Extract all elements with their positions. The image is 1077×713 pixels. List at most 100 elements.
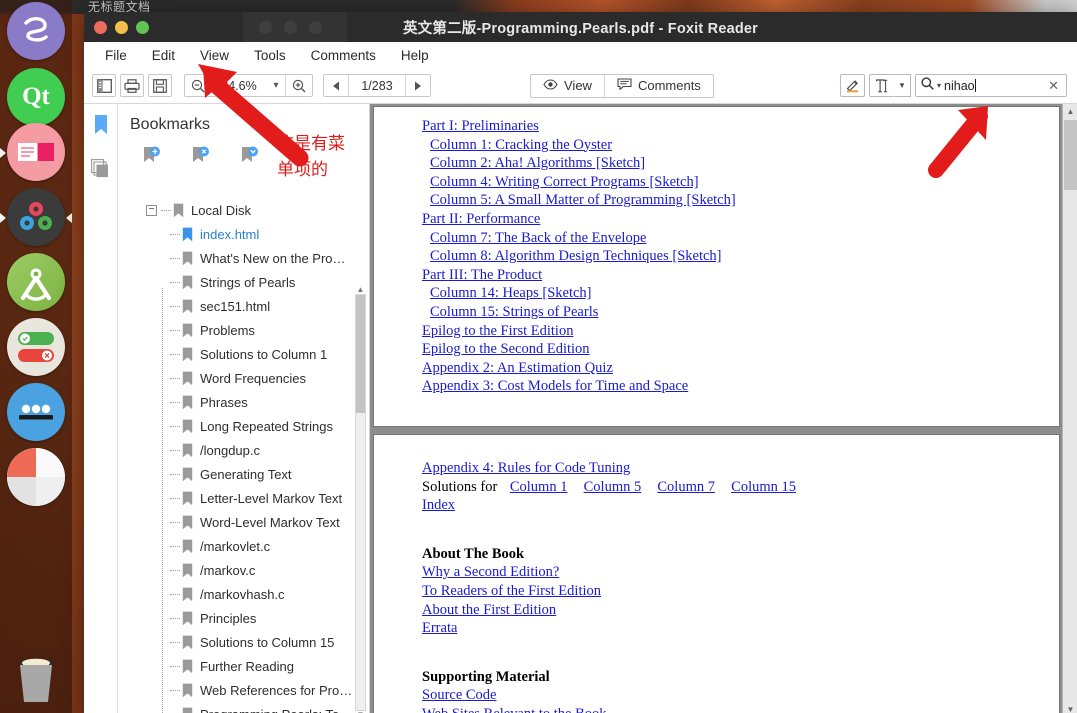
search-input[interactable]: ▾ nihao ✕ — [915, 74, 1067, 97]
previous-page-button[interactable] — [324, 75, 348, 96]
pdf-link-solutions-column-15[interactable]: Column 15 — [731, 479, 796, 495]
menu-tools[interactable]: Tools — [243, 45, 297, 66]
pdf-toc-link[interactable]: Part I: Preliminaries — [422, 117, 1011, 136]
tree-expander-icon[interactable]: − — [146, 204, 157, 216]
add-bookmark-button[interactable] — [142, 146, 161, 170]
scroll-down-arrow-icon[interactable]: ▼ — [1063, 702, 1077, 713]
pdf-supporting-link[interactable]: Web Sites Relevant to the Book — [422, 705, 1011, 713]
save-button[interactable] — [148, 74, 172, 97]
scroll-up-arrow-icon[interactable]: ▲ — [1063, 104, 1077, 119]
menu-view[interactable]: View — [189, 45, 240, 66]
bookmark-tree-item[interactable]: Principles — [118, 606, 369, 630]
pdf-about-link[interactable]: To Readers of the First Edition — [422, 582, 1011, 601]
bookmark-tree-item[interactable]: Web References for Pro… — [118, 678, 369, 702]
zoom-in-icon — [292, 79, 306, 92]
pdf-toc-link[interactable]: Column 14: Heaps [Sketch] — [422, 284, 1011, 303]
pdf-view-area[interactable]: Part I: Preliminaries Column 1: Cracking … — [370, 104, 1077, 713]
scroll-up-arrow-icon[interactable]: ▲ — [356, 283, 365, 295]
pdf-toc-link[interactable]: Column 15: Strings of Pearls — [422, 303, 1011, 322]
print-button[interactable] — [120, 74, 144, 97]
sidebar-panel-toggle-button[interactable] — [92, 74, 116, 97]
bookmark-tree-item[interactable]: /longdup.c — [118, 438, 369, 462]
bookmark-tree-item[interactable]: Letter-Level Markov Text — [118, 486, 369, 510]
caret-down-icon[interactable]: ▾ — [937, 81, 941, 90]
bookmark-tree-item[interactable]: Solutions to Column 1 — [118, 342, 369, 366]
bookmark-tree-item[interactable]: index.html — [118, 222, 369, 246]
pdf-about-link[interactable]: Why a Second Edition? — [422, 563, 1011, 582]
pdf-about-link[interactable]: About the First Edition — [422, 601, 1011, 620]
bookmark-tree-item[interactable]: sec151.html — [118, 294, 369, 318]
pdf-link-solutions-column-1[interactable]: Column 1 — [510, 479, 568, 495]
delete-bookmark-button[interactable] — [191, 146, 210, 170]
menu-file[interactable]: File — [94, 45, 138, 66]
pdf-toc-link[interactable]: Column 5: A Small Matter of Programming … — [422, 191, 1011, 210]
bookmarks-tree[interactable]: − Local Disk index.html What's New on the P… — [118, 192, 369, 713]
pdf-link-solutions-column-7[interactable]: Column 7 — [657, 479, 715, 495]
menu-edit[interactable]: Edit — [141, 45, 186, 66]
pdf-scrollbar[interactable]: ▲ ▼ — [1062, 104, 1077, 713]
pdf-toc-link[interactable]: Appendix 2: An Estimation Quiz — [422, 359, 1011, 378]
view-mode-button[interactable]: View — [531, 75, 604, 97]
bookmark-tree-item[interactable]: /markovhash.c — [118, 582, 369, 606]
pdf-toc-link[interactable]: Column 7: The Back of the Envelope — [422, 229, 1011, 248]
pdf-about-link[interactable]: Errata — [422, 619, 1011, 638]
dock-item-pink-app[interactable] — [7, 123, 65, 181]
pdf-toc-link[interactable]: Epilog to the First Edition — [422, 322, 1011, 341]
bookmark-tree-item[interactable]: − Local Disk — [118, 198, 369, 222]
bookmark-tree-item[interactable]: Word Frequencies — [118, 366, 369, 390]
chevron-down-icon[interactable]: ▾ — [267, 80, 285, 91]
pdf-toc-link[interactable]: Column 2: Aha! Algorithms [Sketch] — [422, 154, 1011, 173]
zoom-out-button[interactable] — [185, 75, 211, 96]
pdf-toc-link[interactable]: Column 1: Cracking the Oyster — [422, 136, 1011, 155]
sidebar-item-pages[interactable] — [90, 159, 111, 184]
dock-item-toggles[interactable] — [7, 318, 65, 376]
dock-item-gears[interactable] — [7, 188, 65, 246]
scroll-down-arrow-icon[interactable]: ▼ — [356, 708, 365, 713]
pdf-toc-link[interactable]: Appendix 3: Cost Models for Time and Spa… — [422, 377, 1011, 396]
next-page-button[interactable] — [406, 75, 430, 96]
dock-item-applications[interactable] — [7, 383, 65, 441]
pdf-toc-link[interactable]: Column 8: Algorithm Design Techniques [S… — [422, 247, 1011, 266]
menu-help[interactable]: Help — [390, 45, 440, 66]
pdf-link-index[interactable]: Index — [422, 496, 1011, 515]
comments-button[interactable]: Comments — [605, 75, 713, 97]
pdf-toc-link[interactable]: Epilog to the Second Edition — [422, 340, 1011, 359]
menu-comments[interactable]: Comments — [300, 45, 387, 66]
highlighter-tool-button[interactable] — [840, 74, 865, 97]
bookmark-tree-item[interactable]: /markov.c — [118, 558, 369, 582]
bookmark-tree-item[interactable]: Solutions to Column 15 — [118, 630, 369, 654]
pdf-toc-link[interactable]: Column 4: Writing Correct Programs [Sket… — [422, 173, 1011, 192]
pdf-scrollbar-thumb[interactable] — [1064, 120, 1077, 190]
bookmark-label: Programming Pearls: To… — [200, 707, 352, 713]
zoom-in-button[interactable] — [286, 75, 312, 96]
bookmark-tree-item[interactable]: Further Reading — [118, 654, 369, 678]
bookmark-options-button[interactable] — [240, 146, 259, 170]
pdf-link-appendix4[interactable]: Appendix 4: Rules for Code Tuning — [422, 459, 1011, 478]
dock-item-color-wheel[interactable] — [7, 448, 65, 506]
dock-item-trash[interactable] — [12, 655, 60, 705]
dock-item-emacs[interactable] — [7, 2, 65, 60]
pdf-supporting-link[interactable]: Source Code — [422, 686, 1011, 705]
bookmark-tree-item[interactable]: What's New on the Pro… — [118, 246, 369, 270]
bookmark-tree-item[interactable]: Strings of Pearls — [118, 270, 369, 294]
zoom-level-value[interactable]: 84.6% — [211, 79, 267, 93]
bookmark-tree-item[interactable]: Generating Text — [118, 462, 369, 486]
bookmark-tree-item[interactable]: Problems — [118, 318, 369, 342]
text-select-tool-button[interactable] — [869, 74, 894, 97]
close-x-icon[interactable]: ✕ — [1046, 78, 1061, 94]
bookmark-tree-item[interactable]: Phrases — [118, 390, 369, 414]
dock-item-qt[interactable]: Qt — [7, 68, 65, 126]
pdf-toc-link[interactable]: Part III: The Product — [422, 266, 1011, 285]
page-indicator[interactable]: 1/283 — [349, 79, 405, 93]
dock-item-android-studio[interactable] — [7, 253, 65, 311]
bookmark-tree-item[interactable]: /markovlet.c — [118, 534, 369, 558]
sidebar-item-bookmarks[interactable] — [93, 114, 109, 141]
bookmark-tree-item[interactable]: Programming Pearls: To… — [118, 702, 369, 713]
pdf-toc-link[interactable]: Part II: Performance — [422, 210, 1011, 229]
bookmark-tree-item[interactable]: Long Repeated Strings — [118, 414, 369, 438]
pdf-link-solutions-column-5[interactable]: Column 5 — [584, 479, 642, 495]
bookmarks-scrollbar[interactable]: ▲ ▼ — [355, 285, 366, 713]
bookmark-tree-item[interactable]: Word-Level Markov Text — [118, 510, 369, 534]
bookmarks-scrollbar-thumb[interactable] — [356, 295, 365, 413]
chevron-down-icon[interactable]: ▾ — [894, 74, 911, 97]
